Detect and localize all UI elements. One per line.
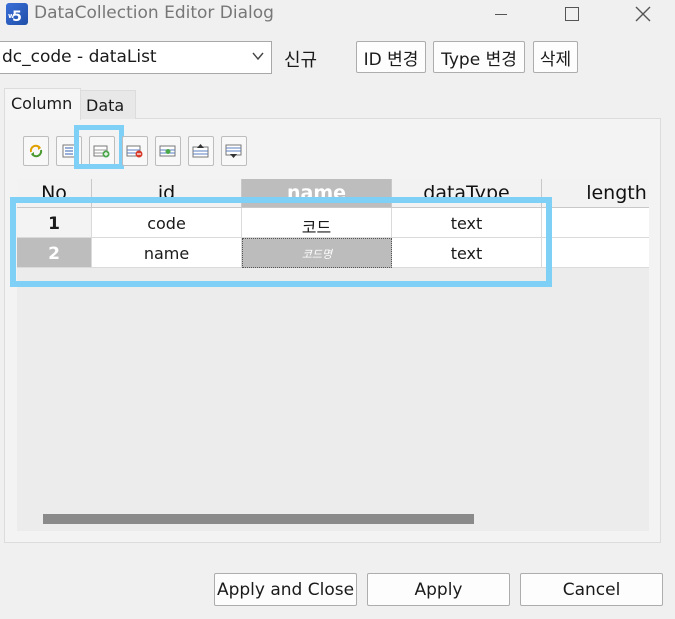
- apply-and-close-button[interactable]: Apply and Close: [214, 573, 357, 606]
- move-down-icon: [225, 144, 242, 158]
- cell-length[interactable]: [542, 238, 649, 268]
- add-row-highlight: [74, 125, 124, 169]
- title-bar: w 5 DataCollection Editor Dialog: [0, 0, 675, 28]
- chevron-down-icon: [252, 52, 264, 61]
- edit-row-button[interactable]: [155, 136, 181, 166]
- cell-length[interactable]: [542, 208, 649, 238]
- type-change-button[interactable]: Type 변경: [433, 41, 525, 73]
- maximize-button[interactable]: [549, 0, 595, 28]
- cancel-button[interactable]: Cancel: [520, 573, 663, 606]
- datacollection-select[interactable]: dc_code - dataList: [0, 41, 272, 74]
- select-value: dc_code - dataList: [2, 47, 157, 67]
- move-up-icon: [192, 144, 209, 158]
- maximize-icon: [565, 7, 579, 21]
- move-down-button[interactable]: [221, 136, 247, 166]
- minimize-icon: [495, 13, 507, 15]
- window-title: DataCollection Editor Dialog: [34, 3, 274, 23]
- tab-column[interactable]: Column: [4, 88, 81, 120]
- delete-row-icon: [126, 145, 143, 158]
- id-change-button[interactable]: ID 변경: [356, 41, 426, 73]
- scrollbar-thumb[interactable]: [43, 514, 474, 524]
- move-up-button[interactable]: [188, 136, 214, 166]
- apply-button[interactable]: Apply: [367, 573, 510, 606]
- close-icon: [635, 6, 651, 22]
- refresh-button[interactable]: [23, 136, 49, 166]
- tab-data[interactable]: Data: [80, 90, 136, 119]
- edit-row-icon: [159, 145, 176, 157]
- refresh-icon: [29, 144, 43, 158]
- close-button[interactable]: [620, 0, 666, 28]
- rows-highlight: [10, 197, 552, 287]
- delete-button[interactable]: 삭제: [533, 41, 578, 73]
- app-logo-icon: w 5: [6, 3, 28, 25]
- new-button[interactable]: 신규: [284, 46, 317, 72]
- minimize-button[interactable]: [478, 0, 524, 28]
- header-length[interactable]: length: [542, 179, 649, 208]
- delete-row-button[interactable]: [122, 136, 148, 166]
